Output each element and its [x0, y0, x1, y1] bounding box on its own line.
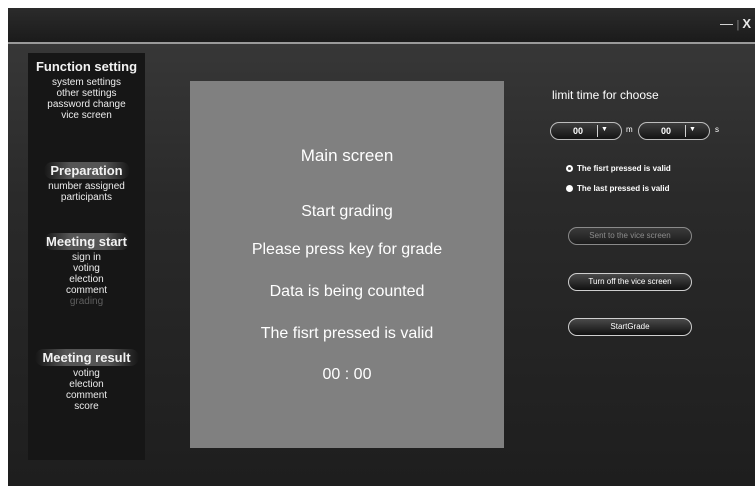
seconds-value: 00	[661, 126, 672, 136]
control-panel: limit time for choose 00 ▼ m 00 ▼ s The …	[538, 8, 748, 486]
seconds-select[interactable]: 00 ▼	[638, 122, 710, 140]
radio-last-pressed-label: The last pressed is valid	[577, 184, 670, 193]
sent-to-vice-screen-button[interactable]: Sent to the vice screen	[568, 227, 692, 245]
status-data-counted: Data is being counted	[269, 283, 425, 300]
sidebar-item-result-election[interactable]: election	[28, 379, 145, 390]
sidebar-section-preparation: Preparation number assigned participants	[28, 162, 145, 203]
sidebar-item-system-settings[interactable]: system settings	[28, 77, 145, 88]
timer-display: 00 : 00	[322, 366, 372, 383]
radio-last-pressed[interactable]: The last pressed is valid	[566, 184, 669, 193]
sidebar-item-election[interactable]: election	[28, 274, 145, 285]
app-window: — | X Function setting system settings oth…	[8, 8, 755, 486]
start-grade-button[interactable]: StartGrade	[568, 318, 692, 336]
sidebar-section-meeting-start: Meeting start sign in voting election co…	[28, 233, 145, 307]
main-screen-panel: Main screen Start grading Please press k…	[190, 81, 504, 448]
sidebar-section-meeting-result: Meeting result voting election comment s…	[28, 349, 145, 412]
chevron-down-icon[interactable]: ▼	[689, 126, 696, 133]
minutes-unit-label: m	[626, 125, 633, 134]
sidebar-item-result-voting[interactable]: voting	[28, 368, 145, 379]
sidebar-item-result-score[interactable]: score	[28, 401, 145, 412]
status-press-key: Please press key for grade	[251, 241, 443, 258]
sidebar-item-other-settings[interactable]: other settings	[28, 88, 145, 99]
minutes-select[interactable]: 00 ▼	[550, 122, 622, 140]
chevron-down-icon[interactable]: ▼	[601, 126, 608, 133]
section-title-meeting-result: Meeting result	[34, 349, 139, 366]
sidebar-item-comment[interactable]: comment	[28, 285, 145, 296]
sidebar-item-password-change[interactable]: password change	[28, 99, 145, 110]
minutes-value: 00	[573, 126, 584, 136]
sidebar-item-participants[interactable]: participants	[28, 192, 145, 203]
radio-first-pressed-label: The fisrt pressed is valid	[577, 164, 671, 173]
status-start-grading: Start grading	[301, 203, 393, 220]
minutes-select-divider	[597, 125, 598, 137]
sidebar-item-number-assigned[interactable]: number assigned	[28, 181, 145, 192]
status-first-pressed-valid: The fisrt pressed is valid	[260, 325, 434, 342]
seconds-unit-label: s	[715, 125, 719, 134]
section-title-preparation: Preparation	[43, 162, 130, 179]
limit-time-label: limit time for choose	[552, 88, 659, 102]
sidebar-item-voting[interactable]: voting	[28, 263, 145, 274]
main-screen-title: Main screen	[300, 146, 394, 165]
sidebar-item-vice-screen[interactable]: vice screen	[28, 110, 145, 121]
radio-unselected-icon[interactable]	[566, 185, 573, 192]
section-title-meeting-start: Meeting start	[43, 233, 130, 250]
sidebar: Function setting system settings other s…	[28, 53, 145, 460]
turn-off-vice-screen-button[interactable]: Turn off the vice screen	[568, 273, 692, 291]
section-title-function-setting: Function setting	[35, 59, 138, 74]
radio-first-pressed[interactable]: The fisrt pressed is valid	[566, 164, 671, 173]
seconds-select-divider	[685, 125, 686, 137]
sidebar-item-sign-in[interactable]: sign in	[28, 252, 145, 263]
sidebar-item-result-comment[interactable]: comment	[28, 390, 145, 401]
sidebar-section-function-setting: Function setting system settings other s…	[28, 58, 145, 121]
radio-selected-icon[interactable]	[566, 165, 573, 172]
sidebar-item-grading[interactable]: grading	[28, 296, 145, 307]
